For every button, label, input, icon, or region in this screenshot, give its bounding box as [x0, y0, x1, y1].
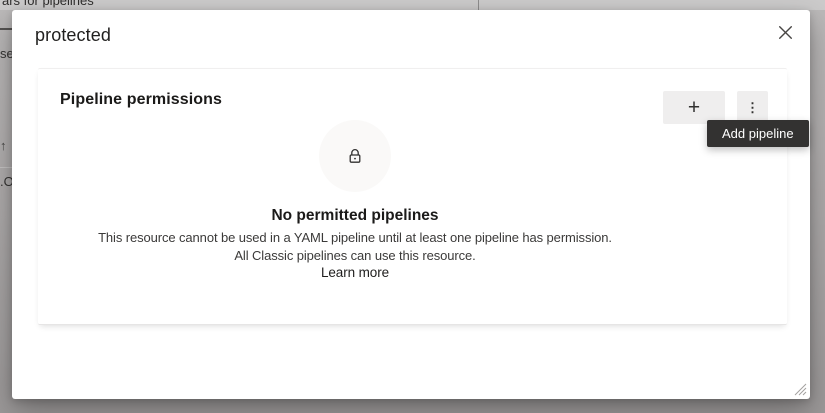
learn-more-link[interactable]: Learn more: [321, 264, 389, 282]
resize-handle[interactable]: [794, 383, 807, 396]
empty-state-title: No permitted pipelines: [38, 207, 672, 225]
lock-badge: [319, 120, 391, 192]
lock-icon: [346, 147, 364, 165]
background-header-divider: [478, 0, 479, 10]
pipeline-permissions-card: Pipeline permissions + ⋮ No permitted pi…: [38, 68, 787, 325]
card-heading: Pipeline permissions: [60, 91, 222, 109]
empty-state-description-line1: This resource cannot be used in a YAML p…: [38, 229, 672, 247]
resize-grip-icon: [794, 383, 807, 396]
background-page-heading: ars for pipelines: [2, 0, 94, 8]
background-partial-text-2: ↑: [0, 138, 7, 153]
add-pipeline-tooltip: Add pipeline: [707, 120, 809, 147]
plus-icon: +: [688, 97, 700, 118]
kebab-menu-icon: ⋮: [746, 100, 759, 116]
dialog-title: protected: [35, 25, 111, 46]
empty-state-description-line2: All Classic pipelines can use this resou…: [38, 247, 672, 265]
background-header-band: ars for pipelines: [0, 0, 825, 10]
close-button[interactable]: [773, 20, 797, 44]
close-icon: [778, 25, 793, 40]
empty-state: No permitted pipelines This resource can…: [38, 120, 672, 282]
resource-permissions-dialog: protected Pipeline permissions + ⋮ No pe…: [12, 10, 810, 399]
